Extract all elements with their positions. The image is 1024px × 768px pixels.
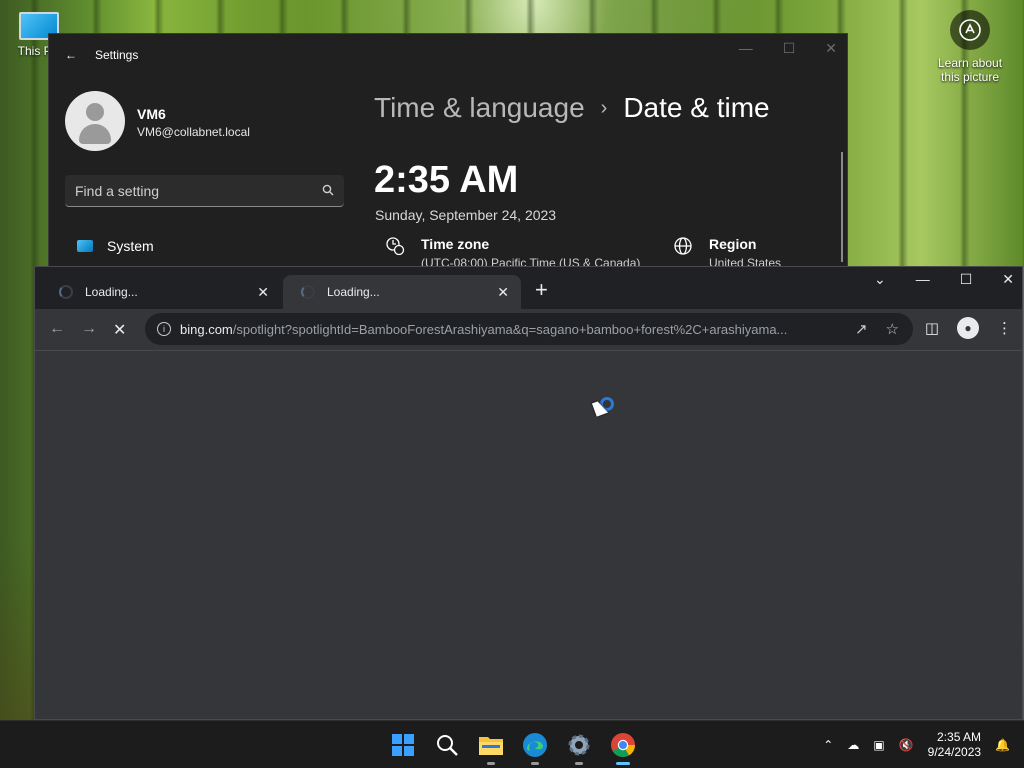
active-indicator — [616, 762, 630, 765]
spotlight-label: Learn about this picture — [937, 56, 1003, 84]
notification-bell-icon[interactable]: 🔔 — [995, 738, 1010, 752]
avatar-body — [79, 124, 111, 144]
share-icon[interactable]: ↗ — [855, 320, 868, 338]
chevron-up-icon[interactable]: ⌃ — [823, 738, 833, 752]
taskbar: ⌃ ☁ ▣ 🔇 2:35 AM 9/24/2023 🔔 — [0, 720, 1024, 768]
search-icon — [437, 735, 458, 756]
page-title: Date & time — [623, 92, 770, 123]
user-name: VM6 — [137, 106, 166, 122]
close-tab-icon[interactable]: ✕ — [497, 284, 509, 301]
system-icon — [77, 240, 93, 252]
bookmark-star-icon[interactable]: ☆ — [886, 320, 899, 338]
close-icon[interactable]: ✕ — [825, 40, 837, 57]
edge-icon — [523, 733, 547, 757]
chrome-icon — [611, 733, 635, 758]
omnibox-actions: ↗ ☆ — [855, 320, 899, 338]
onedrive-icon[interactable]: ☁ — [847, 738, 859, 752]
chrome-window-controls: ⌄ — ☐ ✕ — [874, 271, 1014, 288]
stop-loading-icon[interactable]: ✕ — [113, 320, 126, 340]
maximize-icon[interactable]: ☐ — [783, 40, 796, 57]
back-arrow-icon[interactable]: ← — [65, 48, 77, 62]
settings-titlebar: ← Settings — [65, 48, 138, 62]
current-time: 2:35 AM — [374, 159, 519, 201]
region-item[interactable]: Region United States — [673, 236, 781, 270]
globe-icon — [673, 236, 693, 270]
start-button[interactable] — [389, 731, 417, 759]
current-date: Sunday, September 24, 2023 — [375, 207, 557, 223]
site-info-icon[interactable]: i — [157, 322, 171, 336]
network-icon[interactable]: ▣ — [873, 738, 884, 752]
camera-icon — [950, 10, 990, 50]
forward-arrow-icon[interactable]: → — [81, 320, 97, 338]
toolbar-right: ◫ ● ⋮ — [925, 317, 1012, 339]
system-tray: ⌃ ☁ ▣ 🔇 2:35 AM 9/24/2023 🔔 — [823, 721, 1024, 768]
file-explorer-icon — [479, 737, 503, 755]
url-host: bing.com — [180, 321, 233, 337]
time-zone-item[interactable]: Time zone (UTC-08:00) Pacific Time (US &… — [385, 236, 640, 270]
loading-spinner-icon — [301, 285, 315, 299]
tab-title: Loading... — [327, 285, 380, 299]
file-explorer-button[interactable] — [477, 731, 505, 765]
avatar[interactable] — [65, 91, 125, 151]
minimize-icon[interactable]: — — [916, 271, 930, 288]
back-arrow-icon[interactable]: ← — [49, 320, 65, 338]
loading-spinner-icon — [59, 285, 73, 299]
tray-date: 9/24/2023 — [927, 745, 982, 759]
close-tab-icon[interactable]: ✕ — [257, 284, 269, 301]
side-panel-icon[interactable]: ◫ — [925, 319, 939, 337]
spotlight-learn-button[interactable]: Learn about this picture — [930, 10, 1010, 84]
settings-window-controls: — ☐ ✕ — [739, 40, 837, 57]
settings-title: Settings — [95, 48, 139, 62]
running-indicator — [487, 762, 495, 765]
address-bar[interactable]: i bing.com /spotlight?spotlightId=Bamboo… — [145, 313, 913, 345]
avatar-head — [86, 103, 104, 121]
close-icon[interactable]: ✕ — [1002, 271, 1014, 288]
breadcrumb-parent[interactable]: Time & language — [374, 92, 585, 124]
settings-search-input[interactable]: Find a setting — [65, 175, 344, 207]
tab-search-chevron-icon[interactable]: ⌄ — [874, 271, 886, 288]
running-indicator — [531, 762, 539, 765]
volume-muted-icon[interactable]: 🔇 — [899, 738, 914, 752]
sidebar-item-system[interactable]: System — [77, 238, 154, 254]
breadcrumb: Time & language › Date & time — [374, 92, 770, 124]
minimize-icon[interactable]: — — [739, 40, 753, 57]
new-tab-button[interactable]: + — [535, 279, 548, 301]
chrome-window: Loading... ✕ Loading... ✕ + ⌄ — ☐ ✕ ← → … — [34, 266, 1023, 720]
search-icon — [322, 183, 334, 199]
sidebar-item-label: System — [107, 238, 154, 254]
menu-kebab-icon[interactable]: ⋮ — [997, 319, 1012, 337]
search-button[interactable] — [433, 731, 461, 759]
maximize-icon[interactable]: ☐ — [960, 271, 973, 288]
edge-button[interactable] — [521, 731, 549, 765]
settings-scrollbar[interactable] — [841, 152, 843, 262]
running-indicator — [575, 762, 583, 765]
tab-strip: Loading... ✕ Loading... ✕ + ⌄ — ☐ ✕ — [35, 267, 1022, 309]
clock-globe-icon — [385, 236, 405, 270]
settings-app-button[interactable] — [565, 731, 593, 765]
start-icon — [392, 734, 414, 756]
tab-2[interactable]: Loading... ✕ — [283, 275, 521, 309]
settings-icon — [568, 734, 590, 756]
settings-window: ← Settings — ☐ ✕ VM6 VM6@collabnet.local… — [48, 33, 848, 273]
time-zone-label: Time zone — [421, 236, 490, 252]
region-label: Region — [709, 236, 757, 252]
url-path: /spotlight?spotlightId=BambooForestArash… — [232, 321, 788, 337]
user-email: VM6@collabnet.local — [137, 125, 250, 139]
tray-time: 2:35 AM — [937, 730, 982, 744]
profile-icon[interactable]: ● — [957, 317, 979, 339]
search-placeholder: Find a setting — [75, 183, 160, 199]
chrome-button[interactable] — [609, 731, 637, 765]
chrome-toolbar: ← → ✕ i bing.com /spotlight?spotlightId=… — [35, 309, 1022, 351]
chevron-right-icon: › — [600, 96, 608, 119]
tab-1[interactable]: Loading... ✕ — [41, 275, 281, 309]
tray-clock[interactable]: 2:35 AM 9/24/2023 — [928, 730, 981, 760]
tab-title: Loading... — [85, 285, 138, 299]
